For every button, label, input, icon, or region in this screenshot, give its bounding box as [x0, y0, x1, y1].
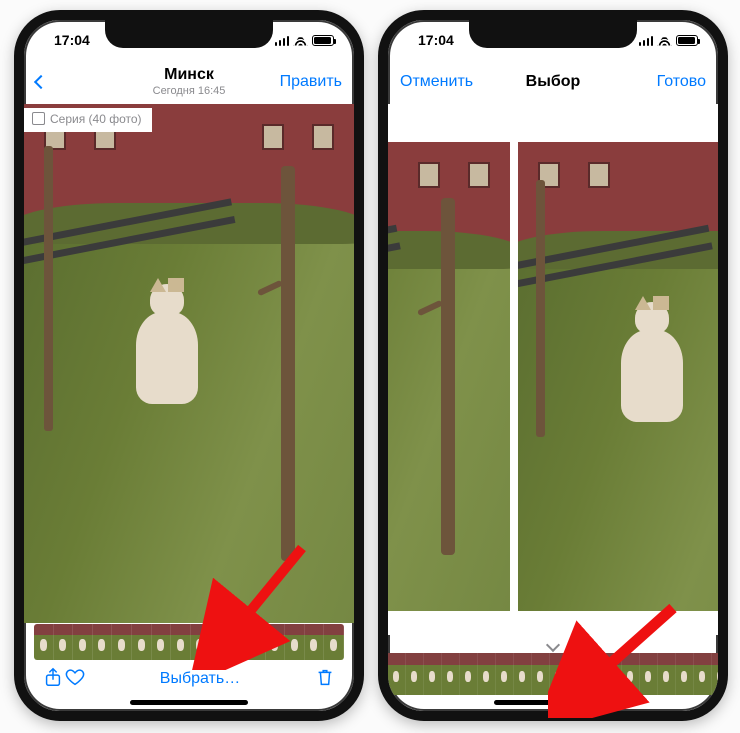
chevron-down-icon	[546, 638, 560, 652]
heart-icon	[64, 666, 86, 688]
photo-viewer[interactable]	[24, 104, 354, 623]
favorite-button[interactable]	[64, 666, 86, 693]
filmstrip-thumb[interactable]	[586, 653, 604, 695]
back-button[interactable]	[36, 77, 116, 87]
notch	[105, 20, 273, 48]
burst-photo-current[interactable]	[518, 142, 718, 611]
filmstrip-thumb[interactable]	[460, 653, 478, 695]
battery-icon	[312, 35, 334, 46]
filmstrip-thumb[interactable]	[658, 653, 676, 695]
notch	[469, 20, 637, 48]
burst-thumb[interactable]	[305, 624, 325, 660]
burst-thumb[interactable]	[73, 624, 93, 660]
select-button[interactable]: Выбрать…	[86, 670, 314, 688]
burst-thumbnail-strip[interactable]	[24, 623, 354, 661]
share-button[interactable]	[42, 666, 64, 693]
burst-thumb[interactable]	[152, 624, 172, 660]
burst-photo-prev[interactable]	[388, 142, 510, 611]
cellular-icon	[275, 35, 290, 46]
burst-thumb[interactable]	[191, 624, 211, 660]
filmstrip-thumb[interactable]	[514, 653, 532, 695]
home-indicator[interactable]	[130, 700, 248, 705]
nav-subtitle: Сегодня 16:45	[116, 85, 262, 98]
photo-subject-dog	[136, 312, 198, 404]
filmstrip-thumb[interactable]	[712, 653, 718, 695]
burst-thumb[interactable]	[54, 624, 74, 660]
wifi-icon	[657, 35, 672, 46]
filmstrip-indicator	[388, 639, 718, 653]
filmstrip-thumb[interactable]	[388, 653, 406, 695]
done-button[interactable]: Готово	[626, 73, 706, 91]
burst-thumb[interactable]	[171, 624, 191, 660]
nav-title-block: Минск Сегодня 16:45	[116, 66, 262, 97]
nav-bar: Минск Сегодня 16:45 Править	[24, 60, 354, 104]
filmstrip-thumb[interactable]	[568, 653, 586, 695]
cellular-icon	[639, 35, 654, 46]
burst-badge: Серия (40 фото)	[24, 108, 152, 132]
cancel-label: Отменить	[400, 73, 473, 91]
share-icon	[42, 666, 64, 688]
status-icons	[639, 35, 699, 46]
burst-thumb[interactable]	[93, 624, 113, 660]
filmstrip-thumb[interactable]	[532, 653, 550, 695]
filmstrip-thumb[interactable]	[694, 653, 712, 695]
wifi-icon	[293, 35, 308, 46]
trash-icon	[314, 666, 336, 688]
trash-button[interactable]	[314, 666, 336, 693]
filmstrip-thumb[interactable]	[424, 653, 442, 695]
nav-title-block: Выбор	[480, 73, 626, 91]
edit-label: Править	[280, 73, 342, 91]
burst-picker-viewer[interactable]	[388, 104, 718, 635]
phone-right: 17:04 Отменить Выбор Готово	[378, 10, 728, 721]
cancel-button[interactable]: Отменить	[400, 73, 480, 91]
filmstrip-thumb[interactable]	[496, 653, 514, 695]
edit-button[interactable]: Править	[262, 73, 342, 91]
status-icons	[275, 35, 335, 46]
home-indicator[interactable]	[494, 700, 612, 705]
done-label: Готово	[657, 73, 706, 91]
burst-thumb[interactable]	[132, 624, 152, 660]
comparison-stage: 17:04 Минск Сегодня 16:45 Править Серия …	[0, 0, 740, 733]
nav-bar: Отменить Выбор Готово	[388, 60, 718, 104]
filmstrip-thumb[interactable]	[622, 653, 640, 695]
phone-left: 17:04 Минск Сегодня 16:45 Править Серия …	[14, 10, 364, 721]
burst-thumb[interactable]	[246, 624, 266, 660]
burst-filmstrip[interactable]	[388, 653, 718, 695]
select-label: Выбрать…	[160, 670, 240, 687]
status-time: 17:04	[408, 32, 454, 48]
filmstrip-thumb[interactable]	[478, 653, 496, 695]
stack-icon	[34, 114, 45, 125]
burst-thumb[interactable]	[34, 624, 54, 660]
battery-icon	[676, 35, 698, 46]
burst-thumb[interactable]	[285, 624, 305, 660]
filmstrip-thumb[interactable]	[640, 653, 658, 695]
nav-title: Выбор	[480, 73, 626, 91]
status-time: 17:04	[44, 32, 90, 48]
chevron-left-icon	[34, 75, 48, 89]
filmstrip-thumb[interactable]	[550, 653, 568, 695]
burst-group-2[interactable]	[226, 624, 344, 660]
burst-thumb[interactable]	[112, 624, 132, 660]
burst-group-1[interactable]	[34, 624, 210, 660]
burst-thumb[interactable]	[226, 624, 246, 660]
nav-title: Минск	[116, 66, 262, 84]
filmstrip-thumb[interactable]	[604, 653, 622, 695]
photo-content	[24, 104, 354, 623]
bottom-toolbar: Выбрать…	[24, 661, 354, 697]
filmstrip-thumb[interactable]	[442, 653, 460, 695]
filmstrip-thumb[interactable]	[676, 653, 694, 695]
burst-thumb[interactable]	[266, 624, 286, 660]
burst-thumb[interactable]	[324, 624, 344, 660]
burst-badge-label: Серия (40 фото)	[50, 112, 142, 126]
filmstrip-thumb[interactable]	[406, 653, 424, 695]
